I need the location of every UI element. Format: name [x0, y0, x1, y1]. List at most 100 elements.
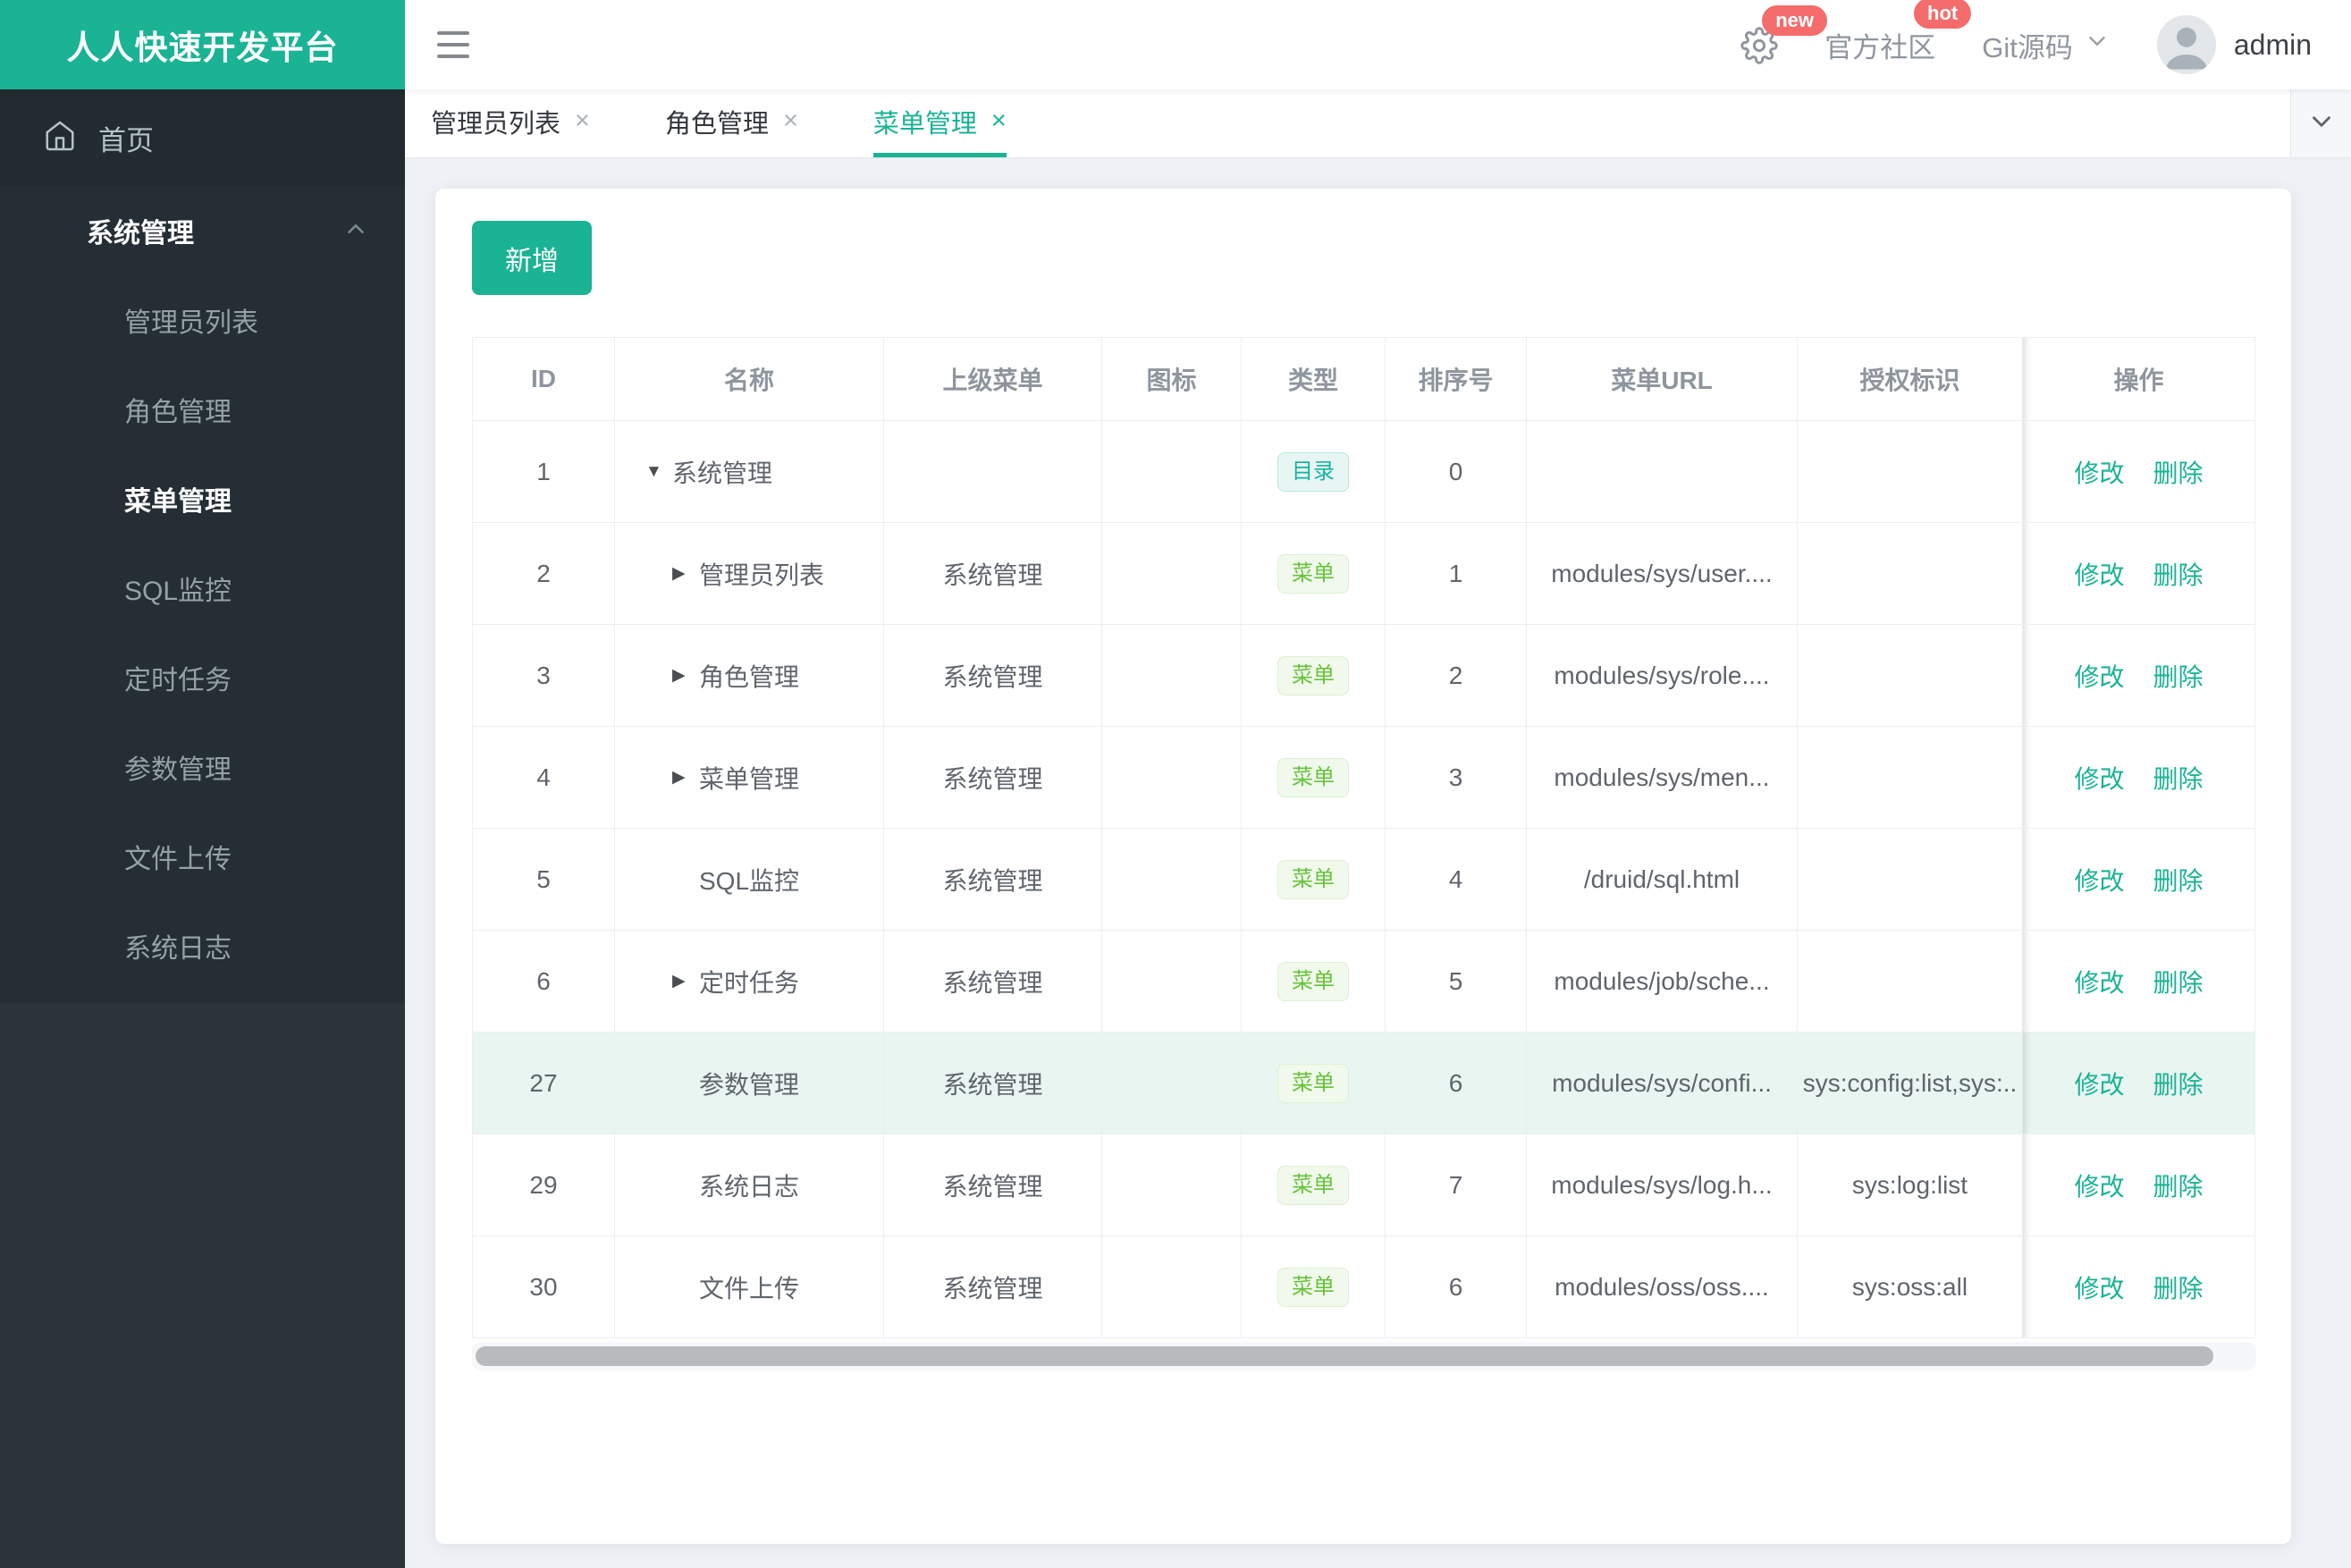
settings-button[interactable]: new: [1740, 4, 1828, 69]
edit-link[interactable]: 修改: [2074, 862, 2124, 898]
delete-link[interactable]: 删除: [2153, 556, 2204, 592]
menu-name-text: 系统管理: [672, 459, 773, 487]
collapse-arrow-icon[interactable]: ▶: [672, 767, 699, 788]
edit-link[interactable]: 修改: [2074, 760, 2124, 796]
cell-actions: 修改 删除: [2023, 931, 2255, 1033]
cell-order: 3: [1386, 727, 1527, 829]
sidebar-home-label: 首页: [98, 124, 154, 156]
edit-link[interactable]: 修改: [2074, 1269, 2124, 1305]
column-header: ID: [473, 338, 615, 421]
tab-role-mgmt[interactable]: 角色管理 ×: [665, 89, 798, 157]
sidebar-item[interactable]: 管理员列表: [0, 275, 405, 365]
cell-menu-url: modules/oss/oss....: [1527, 1236, 1798, 1338]
header-main: new 官方社区 hot Git源码 admin: [405, 0, 2351, 89]
community-link[interactable]: 官方社区 hot: [1824, 0, 1972, 65]
edit-link[interactable]: 修改: [2074, 454, 2124, 490]
git-source-menu[interactable]: Git源码: [1982, 25, 2111, 65]
add-button[interactable]: 新增: [472, 221, 592, 295]
edit-link[interactable]: 修改: [2074, 964, 2124, 999]
cell-parent-menu: 系统管理: [884, 1134, 1102, 1236]
cell-id: 4: [473, 727, 615, 829]
delete-link[interactable]: 删除: [2153, 454, 2204, 490]
cell-name: SQL监控: [615, 829, 884, 931]
tab-label: 管理员列表: [431, 109, 561, 139]
cell-permission: [1798, 931, 2023, 1033]
close-icon[interactable]: ×: [991, 106, 1007, 136]
tab-menu-mgmt[interactable]: 菜单管理 ×: [872, 89, 1007, 157]
user-menu[interactable]: admin: [2156, 15, 2312, 74]
sidebar-item[interactable]: 角色管理: [0, 365, 405, 454]
cell-parent-menu: 系统管理: [884, 1236, 1102, 1338]
delete-link[interactable]: 删除: [2153, 760, 2204, 796]
menu-name-text: 文件上传: [699, 1274, 800, 1302]
sidebar-item[interactable]: 系统日志: [0, 901, 405, 991]
cell-actions: 修改 删除: [2023, 1033, 2255, 1134]
cell-menu-url: modules/sys/confi...: [1527, 1033, 1798, 1134]
collapse-arrow-icon[interactable]: ▶: [672, 665, 699, 686]
cell-actions: 修改 删除: [2023, 727, 2255, 829]
cell-icon: [1102, 1236, 1242, 1338]
cell-name: ▼ 系统管理: [615, 421, 884, 523]
edit-link[interactable]: 修改: [2074, 1168, 2124, 1203]
menu-name-text: SQL监控: [699, 866, 800, 895]
sidebar-group-toggle[interactable]: 系统管理: [0, 186, 405, 275]
cell-order: 5: [1386, 931, 1527, 1033]
tab-bar: 管理员列表 × 角色管理 × 菜单管理 ×: [405, 89, 2351, 158]
delete-link[interactable]: 删除: [2153, 1269, 2204, 1305]
collapse-arrow-icon[interactable]: ▶: [672, 971, 699, 991]
cell-order: 7: [1386, 1134, 1527, 1236]
sidebar-item[interactable]: 定时任务: [0, 633, 405, 722]
cell-icon: [1102, 829, 1242, 931]
close-icon[interactable]: ×: [575, 106, 590, 136]
git-source-label: Git源码: [1982, 31, 2073, 63]
delete-link[interactable]: 删除: [2153, 862, 2204, 898]
cell-menu-url: modules/job/sche...: [1527, 931, 1798, 1033]
edit-link[interactable]: 修改: [2074, 1066, 2124, 1101]
tab-admin-list[interactable]: 管理员列表 ×: [431, 89, 590, 157]
delete-link[interactable]: 删除: [2153, 1168, 2204, 1203]
cell-order: 4: [1386, 829, 1527, 931]
cell-name: ▶ 角色管理: [615, 625, 884, 727]
cell-parent-menu: [884, 421, 1102, 523]
tab-overflow-button[interactable]: [2290, 89, 2351, 157]
username: admin: [2233, 28, 2312, 61]
sidebar-item[interactable]: 文件上传: [0, 812, 405, 901]
edit-link[interactable]: 修改: [2074, 658, 2124, 694]
cell-permission: [1798, 829, 2023, 931]
cell-actions: 修改 删除: [2023, 421, 2255, 523]
sidebar-toggle-button[interactable]: [437, 31, 469, 58]
cell-permission: [1798, 727, 2023, 829]
cell-permission: [1798, 625, 2023, 727]
menu-name-text: 系统日志: [699, 1172, 800, 1201]
close-icon[interactable]: ×: [783, 106, 798, 136]
sidebar-item[interactable]: 参数管理: [0, 722, 405, 812]
delete-link[interactable]: 删除: [2153, 964, 2204, 999]
horizontal-scrollbar: [472, 1342, 2256, 1370]
delete-link[interactable]: 删除: [2153, 658, 2204, 694]
cell-type: 菜单: [1242, 625, 1386, 727]
cell-id: 30: [473, 1236, 615, 1338]
column-header: 操作: [2023, 338, 2255, 421]
sidebar-item[interactable]: 菜单管理: [0, 454, 405, 544]
cell-order: 0: [1386, 421, 1527, 523]
edit-link[interactable]: 修改: [2074, 556, 2124, 592]
settings-new-badge: new: [1762, 4, 1828, 36]
sidebar-submenu: 管理员列表 角色管理 菜单管理 SQL监控 定时任务 参数管理 文件上传 系统日志: [0, 275, 405, 991]
scrollbar-thumb[interactable]: [476, 1346, 2213, 1366]
cell-name: 文件上传: [615, 1236, 884, 1338]
sidebar-group-label: 系统管理: [87, 219, 194, 249]
column-header: 名称: [615, 338, 884, 421]
expand-arrow-icon[interactable]: ▼: [645, 462, 672, 482]
cell-permission: sys:config:list,sys:..: [1798, 1033, 2023, 1134]
menu-name-text: 角色管理: [699, 662, 800, 691]
collapse-arrow-icon[interactable]: ▶: [672, 563, 699, 584]
sidebar-item[interactable]: SQL监控: [0, 544, 405, 633]
cell-actions: 修改 删除: [2023, 523, 2255, 625]
column-header: 排序号: [1386, 338, 1527, 421]
type-tag: 菜单: [1277, 1267, 1349, 1307]
menu-name-text: 管理员列表: [699, 561, 825, 589]
delete-link[interactable]: 删除: [2153, 1066, 2204, 1101]
sidebar-item-home[interactable]: 首页: [0, 89, 405, 186]
column-header: 上级菜单: [884, 338, 1102, 421]
cell-icon: [1102, 1134, 1242, 1236]
